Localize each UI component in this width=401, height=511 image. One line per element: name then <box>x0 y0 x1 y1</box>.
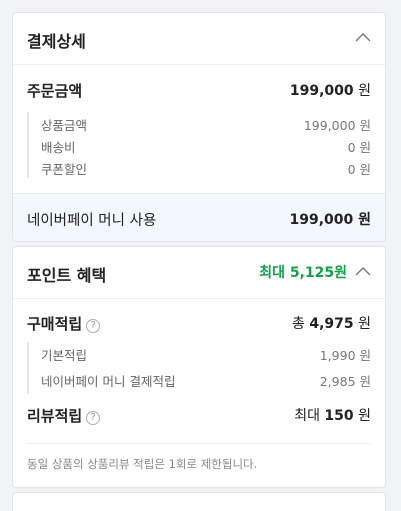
max-point-label: 최대 5,125원 <box>259 265 347 281</box>
list-item: 상품금액 199,000 원 <box>29 112 371 134</box>
naverpay-money-label: 네이버페이 머니 사용 <box>27 213 157 229</box>
point-benefit-header[interactable]: 포인트 혜택 최대 5,125원 <box>13 247 385 299</box>
review-point-label: 리뷰적립? <box>27 405 101 426</box>
list-item: 배송비 0 원 <box>29 134 371 156</box>
purchase-point-row: 구매적립? 총 4,975 원 <box>27 313 371 333</box>
shipping-fee-label: 배송비 <box>41 140 76 155</box>
naverpay-money-point-value: 2,985 원 <box>319 374 371 389</box>
naverpay-money-point-label: 네이버페이 머니 결제적립 <box>41 374 176 389</box>
purchase-point-breakdown: 기본적립 1,990 원 네이버페이 머니 결제적립 2,985 원 <box>27 342 371 394</box>
shipping-fee-value: 0 원 <box>347 140 371 155</box>
review-limit-notice: 동일 상품의 상품리뷰 적립은 1회로 제한됩니다. <box>27 457 258 471</box>
next-card-stub <box>12 492 386 511</box>
payment-detail-card: 결제상세 주문금액 199,000 원 상품금액 199,000 원 배송비 0… <box>12 12 386 242</box>
point-benefit-title: 포인트 혜택 <box>27 266 107 285</box>
question-circle-icon[interactable]: ? <box>86 319 101 333</box>
question-circle-icon[interactable]: ? <box>86 411 101 425</box>
chevron-up-icon[interactable] <box>355 265 371 277</box>
order-amount-row: 주문금액 199,000 원 <box>27 80 371 100</box>
list-item: 기본적립 1,990 원 <box>29 342 371 368</box>
coupon-discount-value: 0 원 <box>347 162 371 177</box>
product-amount-value: 199,000 원 <box>303 118 371 133</box>
point-benefit-card: 포인트 혜택 최대 5,125원 구매적립? 총 4,975 원 기본적립 1,… <box>12 246 386 488</box>
payment-detail-title: 결제상세 <box>27 32 86 51</box>
payment-detail-header[interactable]: 결제상세 <box>13 13 385 65</box>
basic-point-label: 기본적립 <box>41 348 88 363</box>
naverpay-money-value: 199,000 원 <box>289 212 371 228</box>
list-item: 쿠폰할인 0 원 <box>29 156 371 178</box>
review-point-row: 리뷰적립? 최대 150 원 <box>27 405 371 425</box>
chevron-up-icon[interactable] <box>355 31 371 43</box>
order-amount-label: 주문금액 <box>27 82 83 100</box>
order-amount-breakdown: 상품금액 199,000 원 배송비 0 원 쿠폰할인 0 원 <box>27 112 371 178</box>
coupon-discount-label: 쿠폰할인 <box>41 162 88 177</box>
order-amount-value: 199,000 원 <box>289 83 371 99</box>
divider <box>27 443 371 444</box>
review-point-value: 최대 150 원 <box>294 408 371 424</box>
product-amount-label: 상품금액 <box>41 118 88 133</box>
naverpay-money-row: 네이버페이 머니 사용 199,000 원 <box>13 193 385 241</box>
basic-point-value: 1,990 원 <box>319 348 371 363</box>
purchase-point-label: 구매적립? <box>27 313 101 334</box>
purchase-point-value: 총 4,975 원 <box>292 316 371 332</box>
list-item: 네이버페이 머니 결제적립 2,985 원 <box>29 368 371 394</box>
